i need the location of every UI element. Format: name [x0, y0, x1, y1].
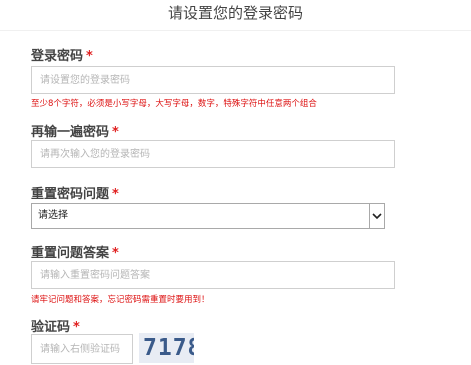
captcha-label: 验证码 *	[31, 316, 80, 335]
reset-answer-hint: 请牢记问题和答案，忘记密码需重置时要用到！	[31, 295, 210, 305]
reset-answer-label: 重置问题答案 *	[31, 242, 119, 261]
required-mark: *	[73, 320, 80, 335]
reset-question-label-text: 重置密码问题	[31, 187, 110, 202]
password-hint: 至少8个字符，必须是小写字母，大写字母，数字，特殊字符中任意两个组合	[31, 99, 317, 109]
header-divider	[0, 30, 471, 31]
password-label-text: 登录密码	[31, 49, 84, 64]
required-mark: *	[112, 125, 119, 140]
captcha-input[interactable]	[31, 334, 133, 364]
captcha-image-text: 7178	[143, 335, 194, 361]
reset-answer-label-text: 重置问题答案	[31, 246, 110, 261]
reset-answer-input[interactable]	[31, 261, 395, 289]
password-label: 登录密码 *	[31, 45, 93, 64]
required-mark: *	[112, 246, 119, 261]
required-mark: *	[86, 49, 93, 64]
confirm-password-input[interactable]	[31, 140, 395, 168]
confirm-password-label: 再输一遍密码 *	[31, 121, 119, 140]
page-title: 请设置您的登录密码	[167, 4, 303, 22]
reset-question-label: 重置密码问题 *	[31, 183, 119, 202]
required-mark: *	[112, 187, 119, 202]
reset-question-selected: 请选择	[38, 210, 68, 221]
captcha-image[interactable]: 7178	[139, 333, 194, 363]
confirm-password-label-text: 再输一遍密码	[31, 125, 110, 140]
password-input[interactable]	[31, 66, 395, 94]
reset-question-select[interactable]: 请选择	[31, 203, 385, 229]
chevron-down-icon[interactable]	[369, 204, 384, 228]
captcha-label-text: 验证码	[31, 320, 71, 335]
